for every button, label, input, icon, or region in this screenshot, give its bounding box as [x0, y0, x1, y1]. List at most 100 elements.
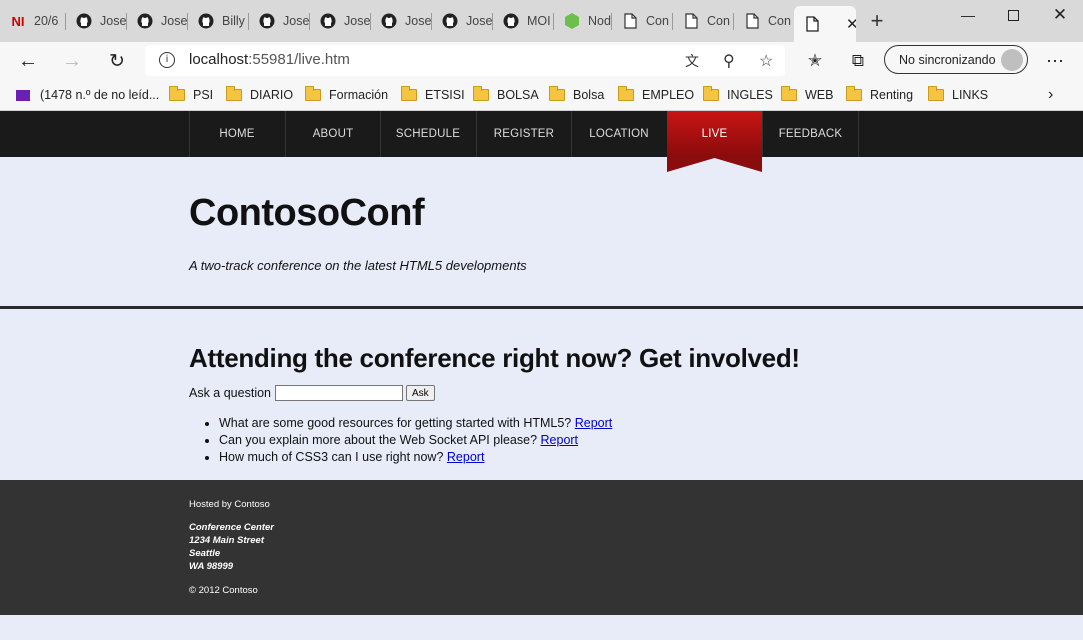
- bookmark-folder[interactable]: INGLES: [703, 80, 773, 110]
- browser-tab[interactable]: MOI: [493, 0, 554, 42]
- site-tagline: A two-track conference on the latest HTM…: [189, 258, 527, 273]
- translate-icon[interactable]: 文: [685, 51, 699, 71]
- site-info-icon[interactable]: i: [159, 52, 175, 68]
- github-icon: [503, 13, 519, 29]
- close-tab-icon[interactable]: ✕: [846, 15, 856, 33]
- page-icon: [683, 13, 699, 29]
- chevron-right-icon[interactable]: ›: [1048, 80, 1053, 110]
- bookmarks-bar: (1478 n.º de no leíd... PSI DIARIO Forma…: [0, 80, 1083, 111]
- folder-icon: [401, 86, 417, 101]
- url-path: :55981/live.htm: [248, 51, 350, 68]
- bookmark-folder[interactable]: EMPLEO: [618, 80, 694, 110]
- maximize-icon[interactable]: [990, 0, 1036, 30]
- nav-location[interactable]: LOCATION: [571, 111, 666, 157]
- ni-icon: NI: [11, 13, 25, 29]
- nav-home[interactable]: HOME: [189, 111, 284, 157]
- more-menu-icon[interactable]: ⋯: [1040, 42, 1070, 80]
- site-footer: Hosted by Contoso Conference Center 1234…: [0, 480, 1083, 615]
- favorites-icon[interactable]: ✭: [800, 42, 830, 80]
- question-input[interactable]: [275, 385, 403, 401]
- report-link[interactable]: Report: [541, 433, 579, 447]
- browser-tab[interactable]: Con: [673, 0, 734, 42]
- forward-icon[interactable]: →: [54, 42, 90, 80]
- profile-button[interactable]: No sincronizando: [884, 45, 1028, 74]
- browser-tab[interactable]: Billy: [188, 0, 249, 42]
- bookmark-folder[interactable]: PSI: [169, 80, 213, 110]
- folder-icon: [169, 86, 185, 101]
- list-item: Can you explain more about the Web Socke…: [219, 432, 612, 449]
- refresh-icon[interactable]: ↻: [99, 42, 135, 80]
- folder-icon: [781, 86, 797, 101]
- browser-tab[interactable]: Con: [734, 0, 794, 42]
- address-bar: ← → ↻ i localhost:55981/live.htm 文 ⚲ ☆ ✭…: [0, 42, 1083, 80]
- collections-icon[interactable]: ⧉: [843, 42, 873, 80]
- question-list: What are some good resources for getting…: [189, 415, 612, 466]
- github-icon: [320, 13, 336, 29]
- minimize-icon[interactable]: —: [945, 0, 991, 30]
- folder-icon: [846, 86, 862, 101]
- github-icon: [76, 13, 92, 29]
- folder-icon: [549, 86, 565, 101]
- browser-tab[interactable]: Nod: [554, 0, 612, 42]
- bookmark-folder[interactable]: BOLSA: [473, 80, 539, 110]
- tab-strip: NI 20/6 Jose Jose Billy Jose Jose Jose J…: [0, 0, 1083, 42]
- folder-icon: [473, 86, 489, 101]
- nav-about[interactable]: ABOUT: [285, 111, 380, 157]
- bookmark-folder[interactable]: DIARIO: [226, 80, 293, 110]
- github-icon: [381, 13, 397, 29]
- bookmark-folder[interactable]: ETSISI: [401, 80, 465, 110]
- browser-tab[interactable]: Jose: [371, 0, 432, 42]
- hosted-by: Hosted by Contoso: [189, 499, 270, 510]
- browser-tab[interactable]: Jose: [310, 0, 371, 42]
- nav-live[interactable]: LIVE: [667, 111, 762, 157]
- page-icon: [804, 16, 820, 32]
- site-title: ContosoConf: [189, 192, 425, 234]
- bookmark-folder[interactable]: Renting: [846, 80, 913, 110]
- nav-schedule[interactable]: SCHEDULE: [380, 111, 475, 157]
- browser-tab-active[interactable]: ✕: [794, 6, 856, 42]
- folder-icon: [618, 86, 634, 101]
- github-icon: [198, 13, 214, 29]
- nodejs-icon: [564, 13, 580, 29]
- nav-register[interactable]: REGISTER: [476, 111, 571, 157]
- nav-feedback[interactable]: FEEDBACK: [762, 111, 859, 157]
- github-icon: [442, 13, 458, 29]
- bookmark-folder[interactable]: Bolsa: [549, 80, 604, 110]
- favorite-star-icon[interactable]: ☆: [759, 51, 773, 71]
- folder-icon: [703, 86, 719, 101]
- ask-form: Ask a question Ask: [189, 385, 435, 401]
- page-icon: [744, 13, 760, 29]
- report-link[interactable]: Report: [575, 416, 613, 430]
- bookmark-item[interactable]: (1478 n.º de no leíd...: [16, 80, 159, 110]
- browser-tab[interactable]: Jose: [127, 0, 188, 42]
- report-link[interactable]: Report: [447, 450, 485, 464]
- bookmark-folder[interactable]: Formación: [305, 80, 388, 110]
- browser-tab[interactable]: NI 20/6: [0, 0, 66, 42]
- browser-tab[interactable]: Jose: [66, 0, 127, 42]
- ask-button[interactable]: Ask: [406, 385, 435, 401]
- list-item: How much of CSS3 can I use right now? Re…: [219, 449, 612, 466]
- copyright: © 2012 Contoso: [189, 585, 258, 596]
- close-window-icon[interactable]: ✕: [1037, 0, 1083, 30]
- page-icon: [622, 13, 638, 29]
- folder-icon: [226, 86, 242, 101]
- back-icon[interactable]: ←: [10, 42, 46, 80]
- section-divider: [0, 306, 1083, 309]
- bookmark-folder[interactable]: LINKS: [928, 80, 988, 110]
- mail-icon: [16, 89, 30, 101]
- browser-tab[interactable]: Jose: [249, 0, 310, 42]
- url-host: localhost: [189, 51, 249, 68]
- bookmark-folder[interactable]: WEB: [781, 80, 833, 110]
- folder-icon: [305, 86, 321, 101]
- new-tab-button[interactable]: +: [862, 8, 892, 34]
- url-field[interactable]: i localhost:55981/live.htm 文 ⚲ ☆: [145, 45, 785, 76]
- browser-tab[interactable]: Jose: [432, 0, 493, 42]
- github-icon: [259, 13, 275, 29]
- github-icon: [137, 13, 153, 29]
- list-item: What are some good resources for getting…: [219, 415, 612, 432]
- zoom-icon[interactable]: ⚲: [723, 51, 735, 71]
- browser-tab[interactable]: Con: [612, 0, 673, 42]
- ask-label: Ask a question: [189, 386, 271, 400]
- profile-label: No sincronizando: [899, 52, 996, 67]
- folder-icon: [928, 86, 944, 101]
